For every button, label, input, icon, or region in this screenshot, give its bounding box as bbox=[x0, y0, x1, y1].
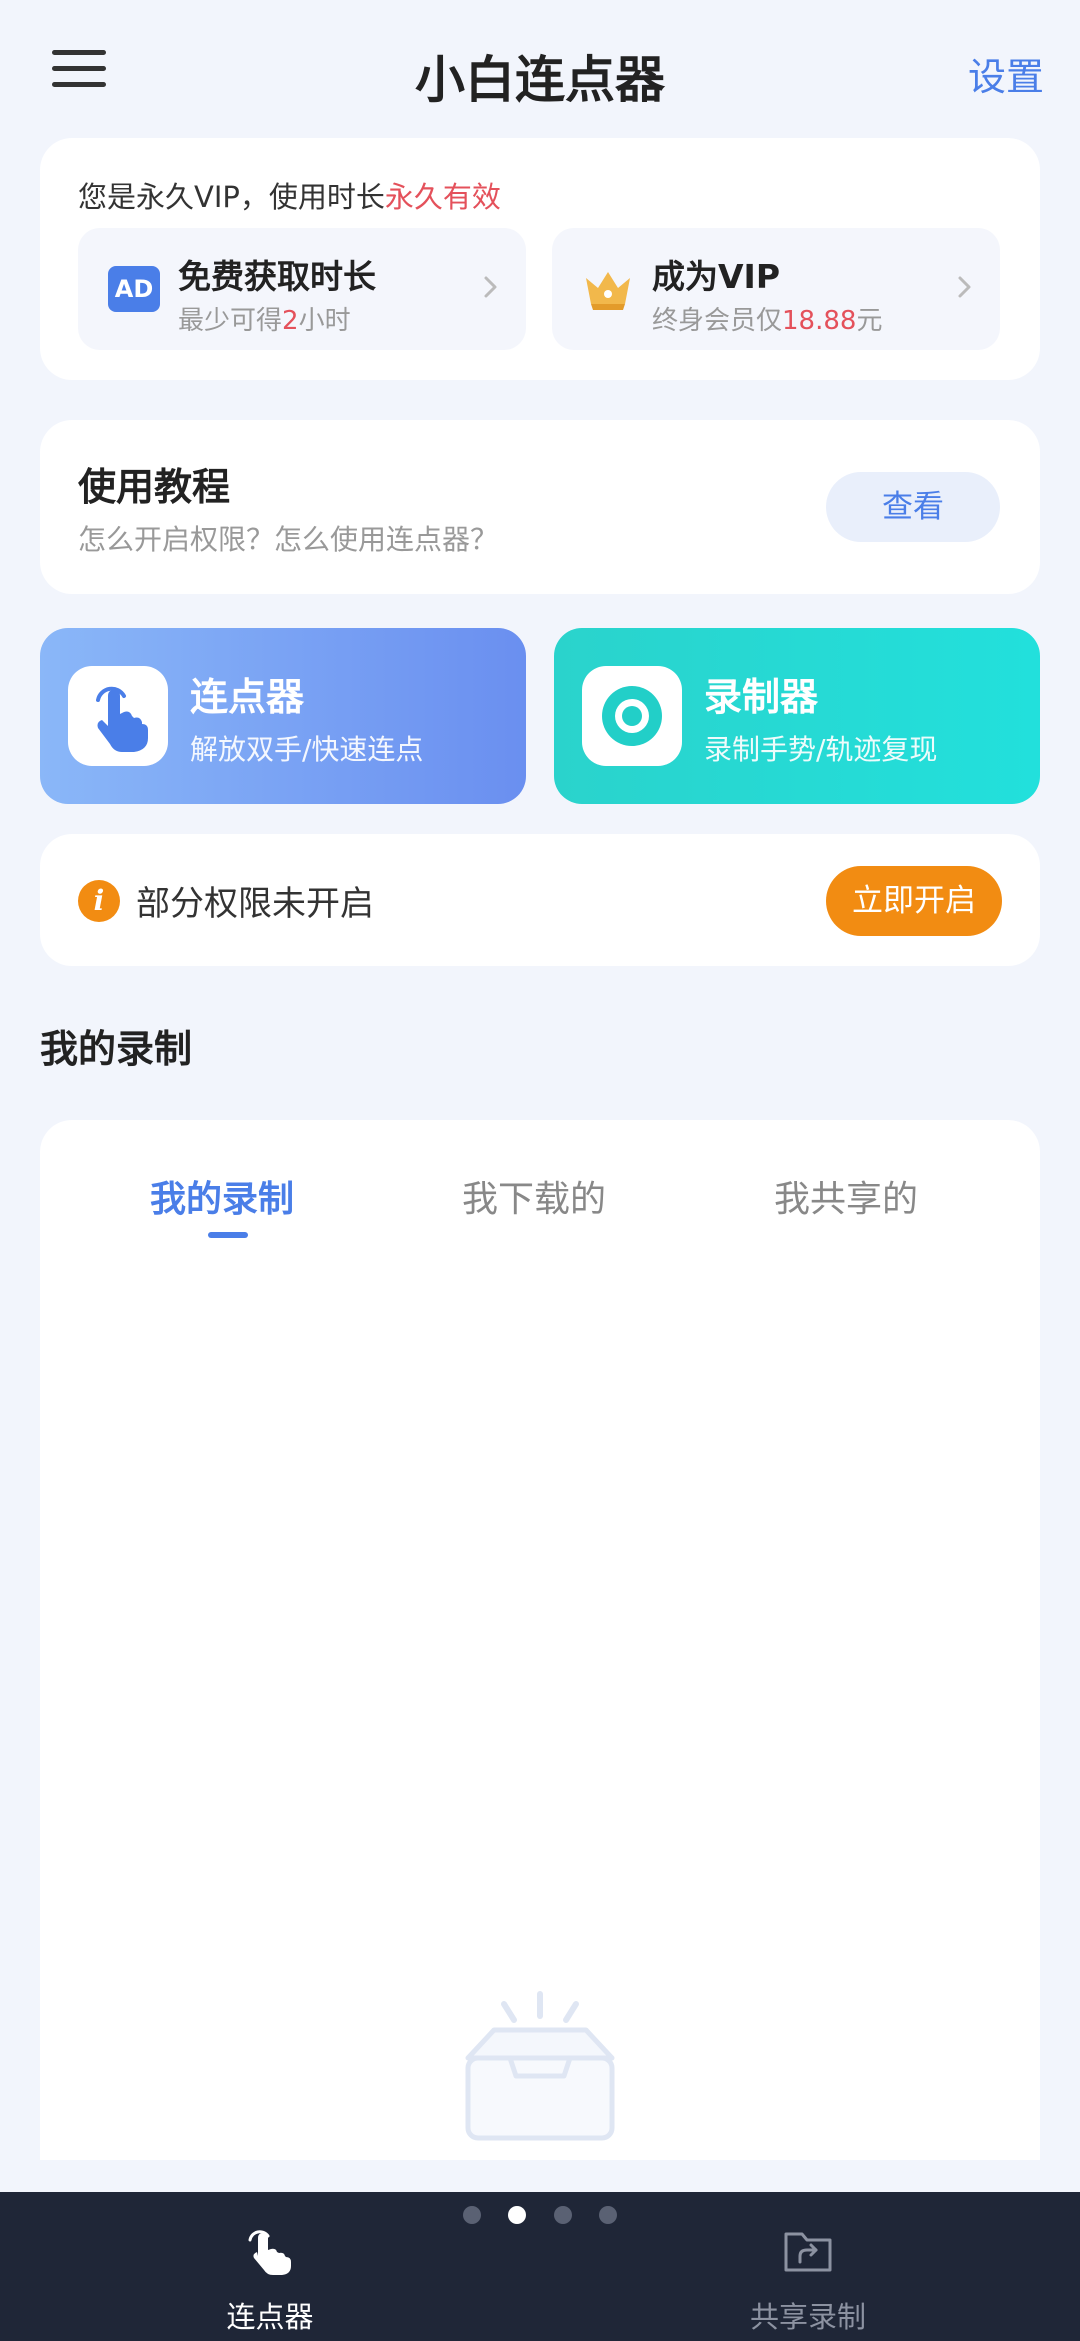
clicker-feature-button[interactable]: 连点器 解放双手/快速连点 bbox=[40, 628, 526, 804]
settings-button[interactable]: 设置 bbox=[968, 46, 1044, 101]
active-tab-indicator bbox=[208, 1232, 248, 1238]
app-header: 小白连点器 设置 bbox=[0, 0, 1080, 135]
bottom-nav: 连点器 共享录制 bbox=[0, 2192, 1080, 2341]
section-title: 我的录制 bbox=[40, 1027, 193, 1071]
become-vip-button[interactable]: 成为VIP 终身会员仅18.88元 bbox=[552, 228, 1000, 350]
tutorial-desc: 怎么开启权限？怎么使用连点器？ bbox=[78, 523, 499, 556]
vip-price: 18.88 bbox=[782, 306, 857, 336]
shared-folder-icon bbox=[784, 2232, 832, 2272]
tap-hand-icon bbox=[248, 2230, 291, 2275]
recorder-title: 录制器 bbox=[704, 675, 819, 719]
tutorial-card: 使用教程 怎么开启权限？怎么使用连点器？ 查看 bbox=[40, 420, 1040, 594]
record-icon bbox=[602, 686, 662, 746]
permission-text: 部分权限未开启 bbox=[136, 884, 374, 924]
vip-status: 您是永久VIP，使用时长永久有效 bbox=[78, 174, 501, 216]
clicker-title: 连点器 bbox=[190, 675, 305, 719]
chevron-right-icon bbox=[958, 276, 971, 298]
vip-card: 您是永久VIP，使用时长永久有效 AD 免费获取时长 最少可得2小时 成为VIP… bbox=[40, 138, 1040, 380]
page-indicator bbox=[0, 2206, 1080, 2228]
permission-card: i 部分权限未开启 立即开启 bbox=[40, 834, 1040, 966]
view-tutorial-button[interactable]: 查看 bbox=[826, 472, 1000, 542]
ad-icon: AD bbox=[108, 266, 160, 312]
free-time-hours: 2 bbox=[282, 306, 299, 336]
free-time-button[interactable]: AD 免费获取时长 最少可得2小时 bbox=[78, 228, 526, 350]
free-time-desc-suffix: 小时 bbox=[298, 306, 351, 336]
tap-hand-icon bbox=[96, 686, 148, 752]
tab-shared[interactable]: 我共享的 bbox=[774, 1170, 918, 1222]
nav-label-shared: 共享录制 bbox=[749, 2300, 866, 2334]
free-time-desc-prefix: 最少可得 bbox=[178, 306, 283, 336]
become-vip-desc-prefix: 终身会员仅 bbox=[652, 306, 783, 336]
vip-status-value: 永久有效 bbox=[384, 180, 501, 214]
tutorial-title: 使用教程 bbox=[78, 465, 231, 509]
become-vip-desc-suffix: 元 bbox=[856, 306, 883, 336]
tab-my-recordings[interactable]: 我的录制 bbox=[150, 1170, 294, 1222]
vip-status-prefix: 您是永久VIP，使用时长 bbox=[78, 180, 385, 214]
nav-label-clicker: 连点器 bbox=[226, 2300, 314, 2334]
page-title: 小白连点器 bbox=[415, 51, 665, 109]
clicker-tile-icon bbox=[68, 666, 168, 766]
records-card: 我的录制 我下载的 我共享的 bbox=[40, 1120, 1040, 2160]
recorder-desc: 录制手势/轨迹复现 bbox=[704, 733, 938, 766]
chevron-right-icon bbox=[484, 276, 497, 298]
page-dot bbox=[463, 2206, 482, 2224]
crown-icon bbox=[586, 272, 630, 310]
page-dot bbox=[598, 2206, 617, 2224]
free-time-title: 免费获取时长 bbox=[178, 257, 376, 296]
empty-box-icon bbox=[465, 1991, 615, 2141]
recorder-tile-icon bbox=[582, 666, 682, 766]
page-dot-active bbox=[508, 2206, 527, 2224]
free-time-desc: 最少可得2小时 bbox=[178, 300, 351, 337]
become-vip-desc: 终身会员仅18.88元 bbox=[652, 300, 882, 337]
clicker-desc: 解放双手/快速连点 bbox=[190, 733, 424, 766]
page-dot bbox=[553, 2206, 572, 2224]
tab-downloaded[interactable]: 我下载的 bbox=[462, 1170, 606, 1222]
info-icon: i bbox=[78, 880, 120, 922]
nav-item-shared-recordings[interactable]: 共享录制 bbox=[708, 2222, 908, 2336]
enable-permission-button[interactable]: 立即开启 bbox=[826, 866, 1002, 936]
nav-item-clicker[interactable]: 连点器 bbox=[170, 2222, 370, 2336]
become-vip-title: 成为VIP bbox=[652, 257, 781, 296]
recorder-feature-button[interactable]: 录制器 录制手势/轨迹复现 bbox=[554, 628, 1040, 804]
